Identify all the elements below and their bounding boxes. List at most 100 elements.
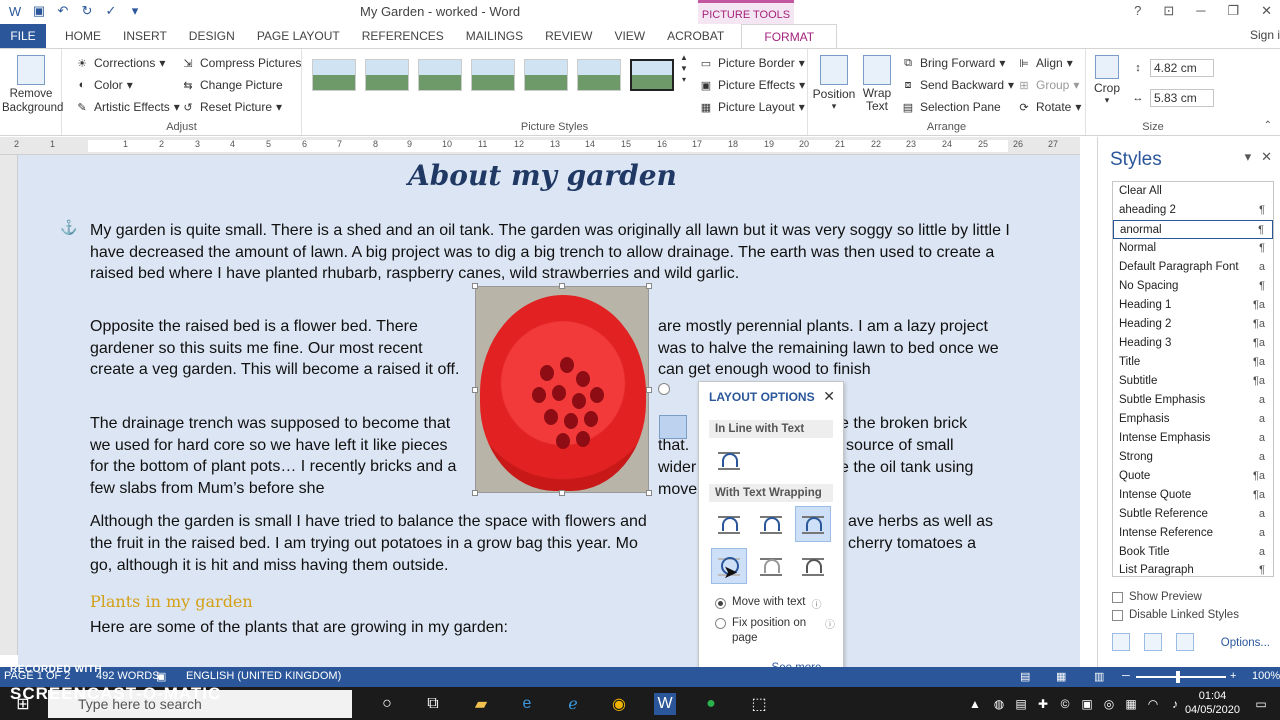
corrections-button[interactable]: ☀ Corrections ▾	[74, 55, 165, 71]
picture-style-3[interactable]	[418, 59, 462, 91]
pane-options-icon[interactable]: ▾	[1245, 149, 1252, 165]
read-mode-icon[interactable]: ▤	[1020, 670, 1030, 683]
styles-options-link[interactable]: Options...	[1221, 637, 1270, 649]
resize-handle[interactable]	[646, 490, 652, 496]
position-button[interactable]: Position ▾	[812, 55, 856, 112]
fix-position-radio[interactable]	[715, 618, 726, 629]
edge-icon[interactable]: e	[516, 693, 538, 715]
word-count[interactable]: 492 WORDS	[96, 670, 160, 682]
move-with-text-radio[interactable]	[715, 598, 726, 609]
bring-forward-button[interactable]: ⧉ Bring Forward ▾	[900, 55, 1005, 71]
chrome-icon[interactable]: ◉	[608, 693, 630, 715]
style-item[interactable]: No Spacing ¶	[1113, 277, 1273, 296]
group-button[interactable]: ⊞ Group ▾	[1016, 77, 1079, 93]
picture-style-2[interactable]	[365, 59, 409, 91]
tray-icon[interactable]: ◍	[988, 693, 1010, 715]
tray-icon[interactable]: ▲	[964, 693, 986, 715]
redo-icon[interactable]: ↻	[78, 2, 96, 20]
resize-handle[interactable]	[646, 387, 652, 393]
color-button[interactable]: ◐ Color ▾	[74, 77, 133, 93]
align-button[interactable]: ⊫ Align ▾	[1016, 55, 1073, 71]
zoom-slider[interactable]	[1136, 676, 1226, 678]
style-item[interactable]: aheading 2 ¶	[1113, 201, 1273, 220]
paragraph-3-right-d[interactable]: wider	[658, 457, 696, 479]
help-icon[interactable]: ?	[1134, 3, 1141, 19]
paragraph-3-right-e[interactable]: e the oil tank using	[840, 457, 973, 479]
spelling-icon[interactable]: ✓	[102, 2, 120, 20]
tab-format[interactable]: FORMAT	[741, 24, 838, 48]
style-item[interactable]: Subtle Emphasis a	[1113, 391, 1273, 410]
paragraph-4-b[interactable]: ave herbs as well as	[848, 511, 993, 533]
style-item[interactable]: Subtle Reference a	[1113, 505, 1273, 524]
paragraph-5[interactable]: Here are some of the plants that are gro…	[90, 617, 508, 639]
anchor-icon[interactable]: ⚓	[60, 219, 77, 236]
resize-handle[interactable]	[559, 283, 565, 289]
taskbar-clock[interactable]: 01:04 04/05/2020	[1185, 689, 1240, 717]
zoom-level[interactable]: 100%	[1252, 670, 1280, 682]
wrap-inline-icon[interactable]	[711, 442, 747, 478]
style-item[interactable]: Subtitle ¶a	[1113, 372, 1273, 391]
picture-style-4[interactable]	[471, 59, 515, 91]
cortana-icon[interactable]: ○	[376, 693, 398, 715]
width-field[interactable]: ↔ 5.83 cm	[1130, 89, 1214, 107]
picture-effects-button[interactable]: ▣ Picture Effects ▾	[698, 77, 805, 93]
wrap-square-icon[interactable]	[711, 506, 747, 542]
tab-references[interactable]: REFERENCES	[351, 24, 455, 48]
tab-review[interactable]: REVIEW	[534, 24, 603, 48]
notifications-icon[interactable]: ▭	[1250, 693, 1272, 715]
wrap-tight-icon[interactable]	[753, 506, 789, 542]
document-area[interactable]: About my garden ⚓ My garden is quite sma…	[18, 155, 1080, 667]
style-item[interactable]: Normal ¶	[1113, 239, 1273, 258]
web-layout-icon[interactable]: ▥	[1094, 670, 1104, 683]
compress-pictures-button[interactable]: ⇲ Compress Pictures	[180, 55, 301, 71]
tray-icon[interactable]: ✚	[1032, 693, 1054, 715]
file-explorer-icon[interactable]: ▰	[470, 693, 492, 715]
language-indicator[interactable]: ENGLISH (UNITED KINGDOM)	[186, 670, 341, 682]
style-item[interactable]: Default Paragraph Font a	[1113, 258, 1273, 277]
style-inspector-icon[interactable]	[1144, 633, 1162, 651]
undo-icon[interactable]: ↶	[54, 2, 72, 20]
vertical-ruler[interactable]	[0, 155, 18, 655]
picture-style-1[interactable]	[312, 59, 356, 91]
tab-design[interactable]: DESIGN	[178, 24, 246, 48]
style-item[interactable]: Clear All	[1113, 182, 1273, 201]
tab-insert[interactable]: INSERT	[112, 24, 178, 48]
paragraph-3-left[interactable]: The drainage trench was supposed to beco…	[90, 413, 468, 500]
style-item[interactable]: Strong a	[1113, 448, 1273, 467]
picture-border-button[interactable]: ▭ Picture Border ▾	[698, 55, 805, 71]
style-item[interactable]: Intense Emphasis a	[1113, 429, 1273, 448]
paragraph-4-c[interactable]: the fruit in the raised bed. I am trying…	[90, 533, 638, 555]
resize-handle[interactable]	[472, 283, 478, 289]
tray-icon[interactable]: ▣	[1076, 693, 1098, 715]
print-layout-icon[interactable]: ▦	[1056, 670, 1066, 683]
close-icon[interactable]: ✕	[1261, 3, 1272, 19]
send-backward-button[interactable]: ⧈ Send Backward ▾	[900, 77, 1015, 93]
document-page[interactable]: About my garden ⚓ My garden is quite sma…	[18, 155, 1080, 667]
crop-button[interactable]: Crop ▾	[1090, 55, 1124, 106]
style-item[interactable]: Book Title a	[1113, 543, 1273, 562]
style-item[interactable]: Title ¶a	[1113, 353, 1273, 372]
horizontal-ruler[interactable]: 2 1 1 2 3 4 5 6 7 8 9 10 11 12 13 14 15 …	[0, 137, 1080, 155]
wrap-through-icon[interactable]	[795, 506, 831, 542]
zoom-slider-thumb[interactable]	[1176, 671, 1180, 683]
customize-qat-icon[interactable]: ▾	[126, 2, 144, 20]
picture-styles-scroll[interactable]: ▲ ▼ ▾	[680, 53, 688, 84]
disable-linked-styles-checkbox[interactable]: Disable Linked Styles	[1112, 609, 1239, 621]
zoom-in-icon[interactable]: +	[1230, 670, 1236, 682]
paragraph-4-e[interactable]: go, although it is hit and miss having t…	[90, 555, 448, 577]
chat-app-icon[interactable]: ●	[700, 693, 722, 715]
close-icon[interactable]: ✕	[823, 388, 835, 405]
paragraph-1[interactable]: My garden is quite small. There is a she…	[90, 220, 1010, 285]
restore-icon[interactable]: ❐	[1227, 3, 1239, 19]
paragraph-3-right-a[interactable]: e the broken brick	[840, 413, 967, 435]
style-item[interactable]: anormal ¶	[1113, 220, 1273, 239]
picture-layout-button[interactable]: ▦ Picture Layout ▾	[698, 99, 805, 115]
style-item[interactable]: Emphasis a	[1113, 410, 1273, 429]
word-taskbar-icon[interactable]: W	[654, 693, 676, 715]
tab-mailings[interactable]: MAILINGS	[455, 24, 534, 48]
paragraph-2-left[interactable]: Opposite the raised bed is a flower bed.…	[90, 316, 468, 381]
picture-style-5[interactable]	[524, 59, 568, 91]
paragraph-2-right[interactable]: are mostly perennial plants. I am a lazy…	[658, 316, 1008, 381]
snipping-tool-icon[interactable]: ⬚	[748, 693, 770, 715]
rotate-button[interactable]: ⟳ Rotate ▾	[1016, 99, 1081, 115]
